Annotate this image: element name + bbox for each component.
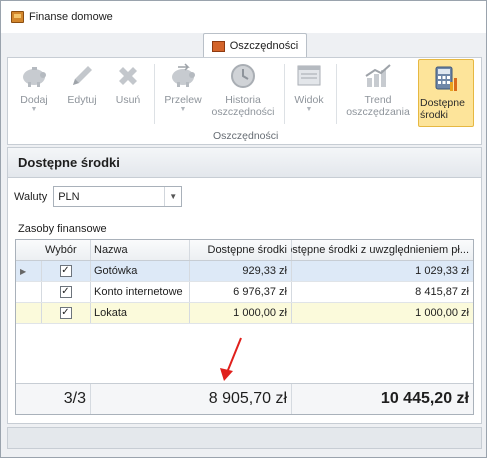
add-button-label: Dodaj bbox=[20, 94, 48, 106]
add-button[interactable]: Dodaj ▼ bbox=[12, 60, 56, 130]
footer-total-available: 8 905,70 zł bbox=[208, 390, 287, 407]
row-available: 929,33 zł bbox=[242, 265, 287, 277]
column-header-name[interactable]: Nazwa bbox=[90, 240, 189, 260]
row-indicator-icon: ▶ bbox=[20, 266, 27, 276]
transfer-button-label: Przelew bbox=[164, 94, 202, 106]
table-row[interactable]: ✓ Lokata 1 000,00 zł 1 000,00 zł bbox=[16, 303, 473, 324]
trend-button[interactable]: Trend oszczędzania bbox=[342, 60, 414, 130]
currency-label: Waluty bbox=[14, 190, 48, 203]
row-checkbox[interactable]: ✓ bbox=[59, 307, 72, 319]
window-title: Finanse domowe bbox=[29, 11, 113, 23]
history-button[interactable]: Historia oszczędności bbox=[210, 60, 276, 130]
available-funds-button[interactable]: Dostępne środki bbox=[418, 59, 474, 127]
ribbon: Dodaj ▼ Edytuj Usuń Przelew ▼ Historia o… bbox=[7, 57, 482, 145]
trend-button-label: Trend oszczędzania bbox=[346, 94, 410, 118]
chevron-down-icon: ▼ bbox=[179, 106, 187, 113]
edit-button[interactable]: Edytuj bbox=[60, 60, 104, 130]
funds-grid: Wybór Nazwa Dostępne środki Dostępne śro… bbox=[15, 239, 474, 415]
table-row[interactable]: ✓ Konto internetowe 6 976,37 zł 8 415,87… bbox=[16, 282, 473, 303]
panel-title: Dostępne środki bbox=[8, 148, 481, 178]
app-window: Finanse domowe Oszczędności Dodaj ▼ Edyt… bbox=[0, 0, 487, 458]
row-checkbox-cell: ✓ bbox=[41, 303, 90, 323]
delete-button[interactable]: Usuń bbox=[108, 60, 148, 130]
row-name: Gotówka bbox=[94, 265, 138, 277]
piggy-bank-icon bbox=[18, 60, 50, 92]
app-logo-icon bbox=[11, 11, 24, 23]
row-checkbox-cell: ✓ bbox=[41, 261, 90, 281]
tab-label: Oszczędności bbox=[229, 40, 299, 52]
row-checkbox[interactable]: ✓ bbox=[59, 265, 72, 277]
row-checkbox[interactable]: ✓ bbox=[59, 286, 72, 298]
clock-history-icon bbox=[227, 60, 259, 92]
ribbon-separator bbox=[284, 64, 285, 124]
calculator-chart-icon bbox=[431, 63, 461, 95]
pencil-icon bbox=[66, 60, 98, 92]
history-button-label: Historia oszczędności bbox=[211, 94, 275, 118]
view-button-label: Widok bbox=[294, 94, 324, 106]
status-bar bbox=[7, 427, 482, 449]
currency-select[interactable]: PLN ▼ bbox=[53, 186, 183, 207]
piggy-transfer-icon bbox=[167, 60, 199, 92]
ribbon-separator bbox=[154, 64, 155, 124]
annotation-arrow-icon bbox=[220, 337, 242, 381]
grid-header: Wybór Nazwa Dostępne środki Dostępne śro… bbox=[16, 240, 473, 261]
ribbon-separator bbox=[336, 64, 337, 124]
row-checkbox-cell: ✓ bbox=[41, 282, 90, 302]
available-funds-button-label: Dostępne środki bbox=[420, 97, 465, 121]
chevron-down-icon: ▼ bbox=[30, 106, 38, 113]
section-label: Zasoby finansowe bbox=[18, 223, 107, 235]
tab-icon bbox=[211, 40, 225, 52]
row-name: Lokata bbox=[94, 307, 128, 319]
title-bar: Finanse domowe bbox=[1, 1, 486, 33]
row-available-incl: 8 415,87 zł bbox=[415, 286, 469, 298]
edit-button-label: Edytuj bbox=[67, 94, 97, 106]
delete-button-label: Usuń bbox=[115, 94, 141, 106]
content-panel: Dostępne środki Waluty PLN ▼ Zasoby fina… bbox=[7, 147, 482, 424]
chevron-down-icon: ▼ bbox=[305, 106, 313, 113]
trend-chart-icon bbox=[362, 60, 394, 92]
row-available-incl: 1 029,33 zł bbox=[415, 265, 469, 277]
ribbon-tab-row: Oszczędności bbox=[1, 33, 486, 58]
currency-value: PLN bbox=[58, 190, 80, 203]
transfer-button[interactable]: Przelew ▼ bbox=[160, 60, 206, 130]
row-available-incl: 1 000,00 zł bbox=[415, 307, 469, 319]
grid-footer: 3/3 8 905,70 zł 10 445,20 zł bbox=[16, 383, 473, 414]
table-row[interactable]: ▶ ✓ Gotówka 929,33 zł 1 029,33 zł bbox=[16, 261, 473, 282]
column-header-select[interactable]: Wybór bbox=[41, 240, 90, 260]
delete-x-icon bbox=[112, 60, 144, 92]
footer-total-incl: 10 445,20 zł bbox=[380, 390, 469, 407]
row-available: 6 976,37 zł bbox=[233, 286, 287, 298]
footer-count: 3/3 bbox=[63, 390, 86, 407]
row-name: Konto internetowe bbox=[94, 286, 183, 298]
column-header-available-incl[interactable]: Dostępne środki z uwzględnieniem pł... bbox=[291, 240, 473, 260]
row-available: 1 000,00 zł bbox=[233, 307, 287, 319]
column-header-available[interactable]: Dostępne środki bbox=[189, 240, 291, 260]
view-button[interactable]: Widok ▼ bbox=[288, 60, 330, 130]
currency-row: Waluty PLN ▼ bbox=[14, 186, 183, 207]
window-view-icon bbox=[293, 60, 325, 92]
chevron-down-icon[interactable]: ▼ bbox=[164, 187, 181, 206]
tab-oszczednosci[interactable]: Oszczędności bbox=[203, 33, 307, 58]
